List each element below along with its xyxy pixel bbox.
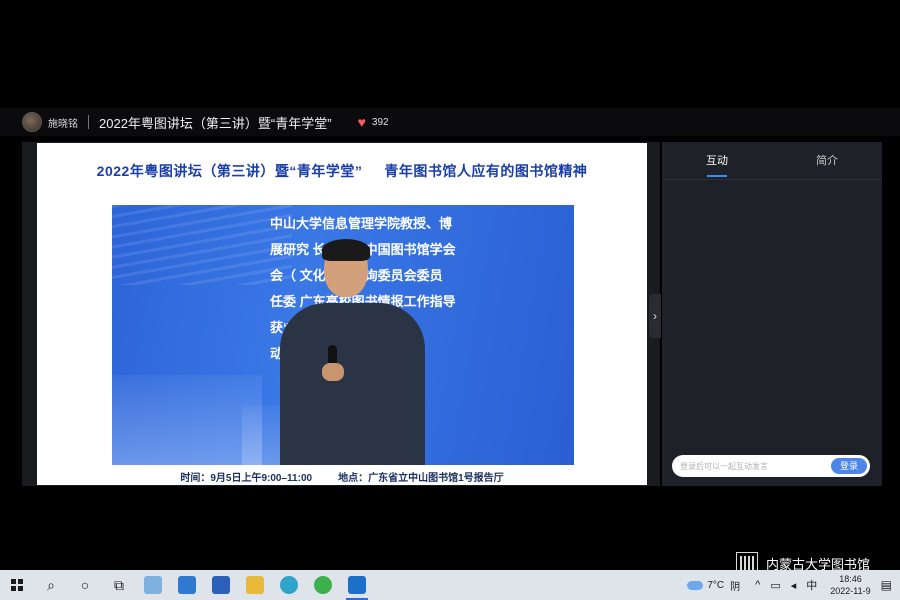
system-clock[interactable]: 18:46 2022-11-9 [830,573,870,597]
taskbar-app-file-icon[interactable] [136,570,170,600]
stream-title: 2022年粤图讲坛（第三讲）暨“青年学堂” [99,115,332,131]
clock-date: 2022-11-9 [830,586,871,596]
login-button[interactable]: 登录 [831,458,867,474]
presenter-body [280,303,425,465]
event-place: 地点：广东省立中山图书馆1号报告厅 [338,473,504,484]
weather-widget[interactable]: 7°C 阴 [687,578,740,593]
heart-icon[interactable]: ♥ [358,115,366,129]
network-icon[interactable]: ▭ [770,579,780,592]
cloud-icon [687,580,704,590]
stage-building-graphic [112,375,262,465]
notification-icon[interactable]: ▤ [881,578,892,592]
slide-header-main: 2022年粤图讲坛（第三讲）暨“青年学堂” [96,163,363,179]
tab-interaction[interactable]: 互动 [662,142,772,179]
video-player[interactable]: 2022年粤图讲坛（第三讲）暨“青年学堂” 青年图书馆人应有的图书馆精神 中山大学… [37,143,647,485]
search-icon[interactable]: ⌕ [34,570,68,600]
panel-tabs: 互动 简介 [662,142,882,180]
presenter-hand [322,363,344,381]
stream-header: 施晓铭 2022年粤图讲坛（第三讲）暨“青年学堂” ♥ 392 [0,108,900,136]
clock-time: 18:46 [839,574,862,584]
chevron-up-icon[interactable]: ^ [755,579,760,591]
slide-header: 2022年粤图讲坛（第三讲）暨“青年学堂” 青年图书馆人应有的图书馆精神 [37,161,647,181]
event-caption: 时间：9月5日上午9:00–11:00 地点：广东省立中山图书馆1号报告厅 [37,469,647,484]
presenter-hair [322,239,370,261]
stage-light-rays [112,205,292,285]
task-view-icon[interactable]: ⧉ [102,570,136,600]
start-button[interactable] [0,570,34,600]
ime-icon[interactable]: 中 [806,577,817,593]
windows-logo-icon [11,579,23,591]
taskbar-app-explorer-icon[interactable] [238,570,272,600]
windows-taskbar: ⌕ ○ ⧉ 7°C 阴 ^ ▭ ◂ 中 18:46 2022-11-9 ▤ [0,570,900,600]
tab-introduction[interactable]: 简介 [772,142,882,179]
like-count: 392 [371,116,389,128]
taskbar-app-word-icon[interactable] [204,570,238,600]
panel-toggle-chevron-right-icon[interactable]: › [649,294,661,338]
weather-condition: 阴 [730,581,741,593]
system-tray: 7°C 阴 ^ ▭ ◂ 中 18:46 2022-11-9 ▤ [687,570,900,600]
event-time: 时间：9月5日上午9:00–11:00 [180,473,313,484]
stage-screen: 中山大学信息管理学院教授、博 展研究 长。兼任中国图书馆学会 会（ 文化遗产咨询… [112,205,574,465]
volume-icon[interactable]: ◂ [791,579,797,592]
slide-header-sub: 青年图书馆人应有的图书馆精神 [384,163,588,179]
header-divider [88,115,89,129]
like-counter[interactable]: ♥ 392 [358,115,389,129]
host-username[interactable]: 施晓铭 [48,115,78,130]
taskbar-app-player-icon[interactable] [340,570,374,600]
presenter-figure [280,239,430,465]
host-avatar[interactable] [22,112,42,132]
chat-input-bar: 登录 [672,455,870,477]
side-panel: 互动 简介 登录 [662,142,882,486]
cortana-icon[interactable]: ○ [68,570,102,600]
chat-message-area[interactable] [662,180,882,442]
weather-temp: 7°C [707,579,725,591]
taskbar-app-wechat-icon[interactable] [306,570,340,600]
chat-input[interactable] [680,461,820,471]
bio-line: 中山大学信息管理学院教授、博 [270,216,453,231]
live-stream-app: 施晓铭 2022年粤图讲坛（第三讲）暨“青年学堂” ♥ 392 2022年粤图讲… [0,0,900,600]
taskbar-app-edge-icon[interactable] [272,570,306,600]
taskbar-app-store-icon[interactable] [170,570,204,600]
